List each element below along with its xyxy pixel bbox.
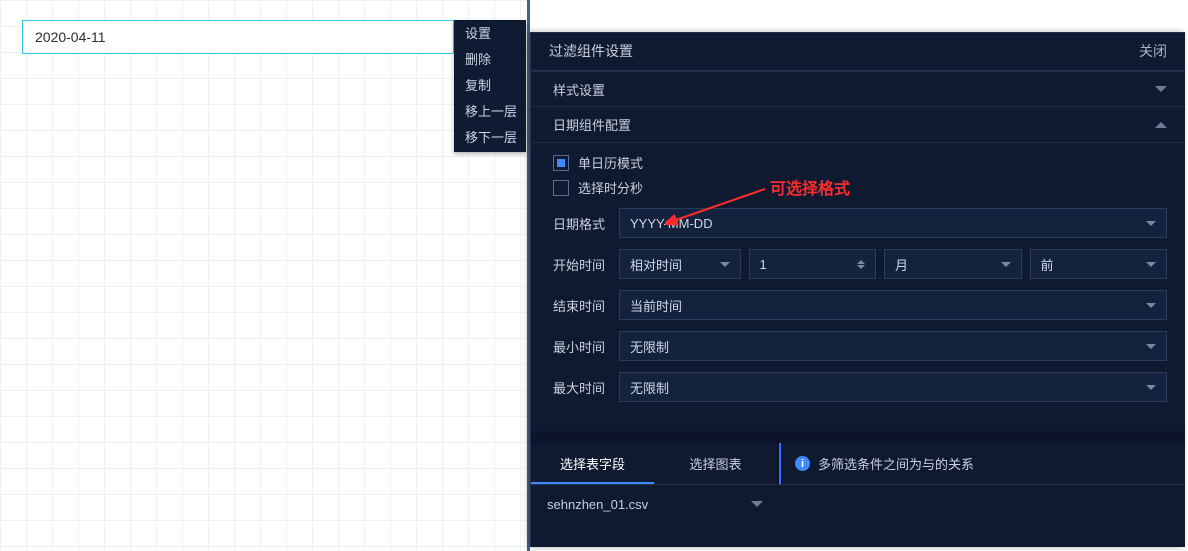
checkbox-single-calendar-label: 单日历模式 (578, 153, 643, 172)
select-date-format[interactable]: YYYY-MM-DD (619, 208, 1167, 238)
label-min-time: 最小时间 (553, 337, 619, 356)
chevron-down-icon (1146, 385, 1156, 390)
label-end-time: 结束时间 (553, 296, 619, 315)
checkbox-icon (553, 155, 569, 171)
chevron-down-icon (1146, 344, 1156, 349)
date-picker-value: 2020-04-11 (35, 29, 106, 45)
select-max-time-value: 无限制 (630, 378, 669, 397)
select-start-mode[interactable]: 相对时间 (619, 249, 741, 279)
file-select-value: sehnzhen_01.csv (547, 497, 648, 512)
design-canvas[interactable]: 2020-04-11 设置 删除 复制 移上一层 移下一层 (0, 0, 530, 551)
input-start-amount-value: 1 (760, 257, 767, 272)
select-start-unit[interactable]: 月 (884, 249, 1022, 279)
section-style-title: 样式设置 (553, 80, 605, 99)
select-start-unit-value: 月 (895, 255, 908, 274)
row-min-time: 最小时间 无限制 (553, 331, 1167, 361)
select-end-time[interactable]: 当前时间 (619, 290, 1167, 320)
chevron-down-icon (1001, 262, 1011, 267)
chevron-down-icon (720, 262, 730, 267)
row-start-time: 开始时间 相对时间 1 月 前 (553, 249, 1167, 279)
chevron-down-icon (1155, 86, 1167, 92)
label-date-format: 日期格式 (553, 214, 619, 233)
tabs: 选择表字段 选择图表 (531, 443, 779, 485)
checkbox-select-hms[interactable]: 选择时分秒 (553, 178, 1167, 197)
section-style-settings[interactable]: 样式设置 (531, 71, 1185, 107)
label-start-time: 开始时间 (553, 255, 619, 274)
input-start-amount[interactable]: 1 (749, 249, 877, 279)
chevron-up-icon (1155, 122, 1167, 128)
chevron-down-icon (751, 501, 763, 507)
select-max-time[interactable]: 无限制 (619, 372, 1167, 402)
panel-title: 过滤组件设置 (549, 41, 633, 61)
number-stepper[interactable] (857, 260, 865, 269)
info-bar: i 多筛选条件之间为与的关系 (779, 443, 1185, 485)
step-up-icon (857, 260, 865, 264)
row-end-time: 结束时间 当前时间 (553, 290, 1167, 320)
section-date-config-body: 单日历模式 选择时分秒 日期格式 YYYY-MM-DD 开始时间 相对时间 1 (531, 142, 1185, 431)
section-date-config[interactable]: 日期组件配置 (531, 106, 1185, 142)
select-date-format-value: YYYY-MM-DD (630, 216, 713, 231)
section-date-config-title: 日期组件配置 (553, 115, 631, 134)
select-start-mode-value: 相对时间 (630, 255, 682, 274)
label-max-time: 最大时间 (553, 378, 619, 397)
tab-select-chart[interactable]: 选择图表 (654, 443, 777, 485)
file-select[interactable]: sehnzhen_01.csv (531, 485, 779, 523)
filter-settings-panel: 过滤组件设置 关闭 样式设置 日期组件配置 单日历模式 选择时分秒 日期格式 Y… (530, 32, 1185, 547)
close-button[interactable]: 关闭 (1139, 41, 1167, 61)
context-menu-move-down[interactable]: 移下一层 (455, 125, 525, 151)
panel-header: 过滤组件设置 关闭 (531, 33, 1185, 71)
chevron-down-icon (1146, 262, 1156, 267)
step-down-icon (857, 265, 865, 269)
checkbox-select-hms-label: 选择时分秒 (578, 178, 643, 197)
date-picker-component[interactable]: 2020-04-11 (22, 20, 454, 54)
info-text: 多筛选条件之间为与的关系 (818, 454, 974, 473)
select-start-direction-value: 前 (1041, 255, 1054, 274)
select-start-direction[interactable]: 前 (1030, 249, 1168, 279)
row-date-format: 日期格式 YYYY-MM-DD (553, 208, 1167, 238)
select-min-time[interactable]: 无限制 (619, 331, 1167, 361)
chevron-down-icon (1146, 303, 1156, 308)
tabs-row: 选择表字段 选择图表 i 多筛选条件之间为与的关系 (531, 443, 1185, 485)
info-icon: i (795, 456, 810, 471)
select-min-time-value: 无限制 (630, 337, 669, 356)
checkbox-icon (553, 180, 569, 196)
context-menu-delete[interactable]: 删除 (455, 47, 525, 73)
context-menu-settings[interactable]: 设置 (455, 21, 525, 47)
context-menu: 设置 删除 复制 移上一层 移下一层 (454, 20, 526, 152)
chevron-down-icon (1146, 221, 1156, 226)
context-menu-move-up[interactable]: 移上一层 (455, 99, 525, 125)
panel-bottom: 选择表字段 选择图表 i 多筛选条件之间为与的关系 sehnzhen_01.cs… (531, 431, 1185, 547)
context-menu-copy[interactable]: 复制 (455, 73, 525, 99)
checkbox-single-calendar[interactable]: 单日历模式 (553, 153, 1167, 172)
tab-select-field[interactable]: 选择表字段 (531, 443, 654, 485)
row-max-time: 最大时间 无限制 (553, 372, 1167, 402)
select-end-time-value: 当前时间 (630, 296, 682, 315)
